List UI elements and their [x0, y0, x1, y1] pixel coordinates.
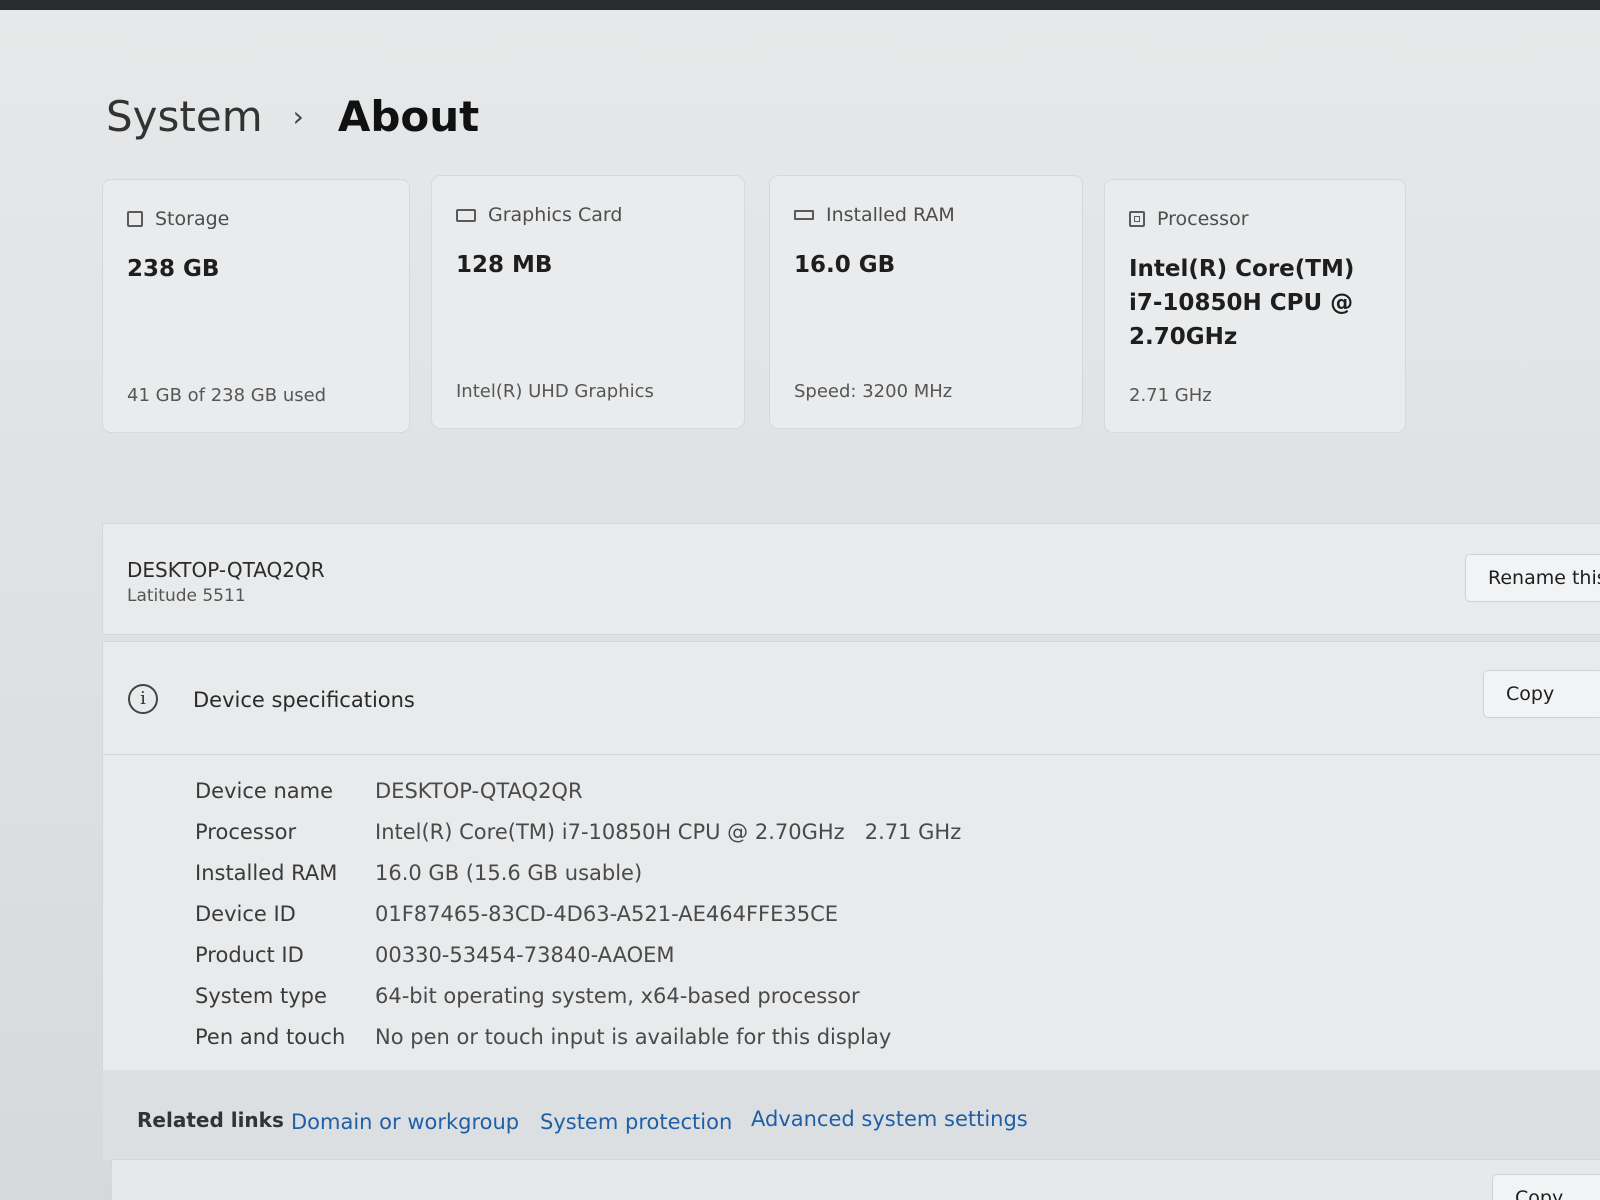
- related-links-bar: Related links Domain or workgroup System…: [103, 1070, 1600, 1160]
- storage-card-header: Storage: [127, 208, 229, 230]
- processor-icon: [1129, 211, 1145, 227]
- device-name-panel: DESKTOP-QTAQ2QR Latitude 5511 Rename thi…: [103, 524, 1600, 634]
- ram-icon: [794, 210, 814, 220]
- spec-label: Installed RAM: [195, 860, 338, 885]
- screen-bezel: [0, 0, 1600, 10]
- ram-card-speed: Speed: 3200 MHz: [794, 381, 953, 402]
- storage-icon: [127, 211, 143, 227]
- graphics-card-model: Intel(R) UHD Graphics: [456, 381, 654, 402]
- spec-label: System type: [195, 983, 327, 1008]
- device-name: DESKTOP-QTAQ2QR: [127, 558, 325, 582]
- breadcrumb: System › About: [106, 92, 479, 141]
- advanced-system-settings-link[interactable]: Advanced system settings: [751, 1107, 1028, 1131]
- ram-card: Installed RAM 16.0 GB Speed: 3200 MHz: [770, 176, 1082, 428]
- chevron-right-icon: ›: [292, 100, 304, 133]
- storage-card-title: Storage: [155, 208, 230, 230]
- copy-windows-specs-button[interactable]: Copy: [1492, 1174, 1600, 1200]
- spec-value: No pen or touch input is available for t…: [375, 1024, 892, 1049]
- rename-pc-button[interactable]: Rename this: [1465, 554, 1600, 602]
- table-row: Device name DESKTOP-QTAQ2QR: [195, 770, 961, 811]
- processor-card-title: Processor: [1157, 208, 1249, 230]
- table-row: Processor Intel(R) Core(TM) i7-10850H CP…: [195, 811, 961, 852]
- system-protection-link[interactable]: System protection: [540, 1110, 732, 1134]
- spec-label: Pen and touch: [195, 1024, 346, 1049]
- copy-specs-button[interactable]: Copy: [1483, 670, 1600, 718]
- processor-card: Processor Intel(R) Core(TM) i7-10850H CP…: [1105, 180, 1405, 432]
- spec-value: 00330-53454-73840-AAOEM: [375, 942, 675, 967]
- storage-card-value: 238 GB: [127, 256, 220, 282]
- graphics-card-header: Graphics Card: [456, 204, 622, 226]
- ram-card-value: 16.0 GB: [794, 252, 896, 278]
- spec-table: Device name DESKTOP-QTAQ2QR Processor In…: [195, 770, 961, 1057]
- ram-card-title: Installed RAM: [826, 204, 955, 226]
- spec-label: Processor: [195, 819, 297, 844]
- spec-label: Device name: [195, 778, 334, 803]
- device-specifications-title: Device specifications: [193, 688, 415, 712]
- storage-card: Storage 238 GB 41 GB of 238 GB used: [103, 180, 409, 432]
- info-icon: i: [128, 684, 158, 714]
- spec-value: 64-bit operating system, x64-based proce…: [375, 983, 860, 1008]
- spec-value: 01F87465-83CD-4D63-A521-AE464FFE35CE: [375, 901, 839, 926]
- table-row: Installed RAM 16.0 GB (15.6 GB usable): [195, 852, 961, 893]
- spec-label: Product ID: [195, 942, 304, 967]
- device-specifications-panel: i Device specifications Copy Device name…: [103, 642, 1600, 1070]
- spec-value: DESKTOP-QTAQ2QR: [375, 778, 583, 803]
- domain-or-workgroup-link[interactable]: Domain or workgroup: [291, 1110, 519, 1134]
- graphics-card-icon: [456, 208, 476, 222]
- table-row: Product ID 00330-53454-73840-AAOEM: [195, 934, 961, 975]
- processor-card-header: Processor: [1129, 208, 1249, 230]
- storage-card-usage: 41 GB of 238 GB used: [127, 385, 327, 406]
- processor-card-speed: 2.71 GHz: [1129, 385, 1212, 406]
- windows-specifications-panel: Copy: [112, 1160, 1600, 1200]
- spec-value: 16.0 GB (15.6 GB usable): [375, 860, 643, 885]
- device-model: Latitude 5511: [127, 586, 246, 606]
- spec-value: Intel(R) Core(TM) i7-10850H CPU @ 2.70GH…: [375, 819, 962, 844]
- related-links-label: Related links: [137, 1108, 284, 1132]
- table-row: System type 64-bit operating system, x64…: [195, 975, 961, 1016]
- graphics-card-value: 128 MB: [456, 252, 553, 278]
- table-row: Device ID 01F87465-83CD-4D63-A521-AE464F…: [195, 893, 961, 934]
- settings-about-page: System › About Storage 238 GB 41 GB of 2…: [0, 0, 1600, 1200]
- page-title: About: [337, 92, 480, 141]
- graphics-card: Graphics Card 128 MB Intel(R) UHD Graphi…: [432, 176, 744, 428]
- spec-label: Device ID: [195, 901, 296, 926]
- table-row: Pen and touch No pen or touch input is a…: [195, 1016, 961, 1057]
- device-specifications-header[interactable]: i Device specifications Copy: [103, 642, 1600, 755]
- ram-card-header: Installed RAM: [794, 204, 955, 226]
- graphics-card-title: Graphics Card: [488, 204, 623, 226]
- processor-card-value: Intel(R) Core(TM) i7-10850H CPU @ 2.70GH…: [1129, 256, 1355, 350]
- breadcrumb-system[interactable]: System: [106, 92, 263, 141]
